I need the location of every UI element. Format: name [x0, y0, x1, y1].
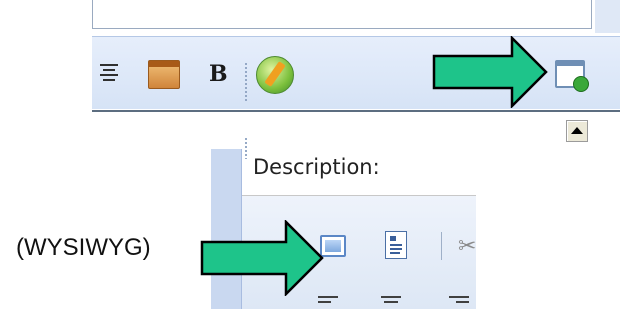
popout-editor-icon[interactable]: [555, 60, 589, 92]
toolbar-grip-handle[interactable]: [244, 137, 248, 159]
top-text-area[interactable]: [92, 0, 592, 29]
top-right-strip: [595, 0, 620, 33]
toolbar-grip-handle[interactable]: [244, 62, 248, 102]
align-right-icon[interactable]: [449, 296, 469, 307]
description-label: Description:: [253, 155, 380, 179]
template-icon[interactable]: [385, 231, 407, 259]
wysiwyg-callout-label: (WYSIWYG): [16, 234, 151, 261]
wysiwyg-callout-arrow: [200, 220, 324, 296]
html-source-icon[interactable]: [148, 60, 180, 89]
description-header: Description:: [242, 149, 476, 196]
insert-image-icon[interactable]: [256, 56, 294, 94]
align-left-icon[interactable]: [318, 296, 338, 307]
scroll-up-icon[interactable]: [566, 120, 588, 142]
toolbar-separator: [441, 232, 442, 260]
align-center-icon[interactable]: [100, 64, 118, 82]
cut-icon[interactable]: ✂: [458, 232, 476, 260]
bold-icon[interactable]: B: [209, 60, 233, 88]
align-center-icon[interactable]: [381, 296, 401, 307]
top-callout-arrow: [432, 36, 548, 108]
top-editor-content[interactable]: [92, 110, 620, 147]
